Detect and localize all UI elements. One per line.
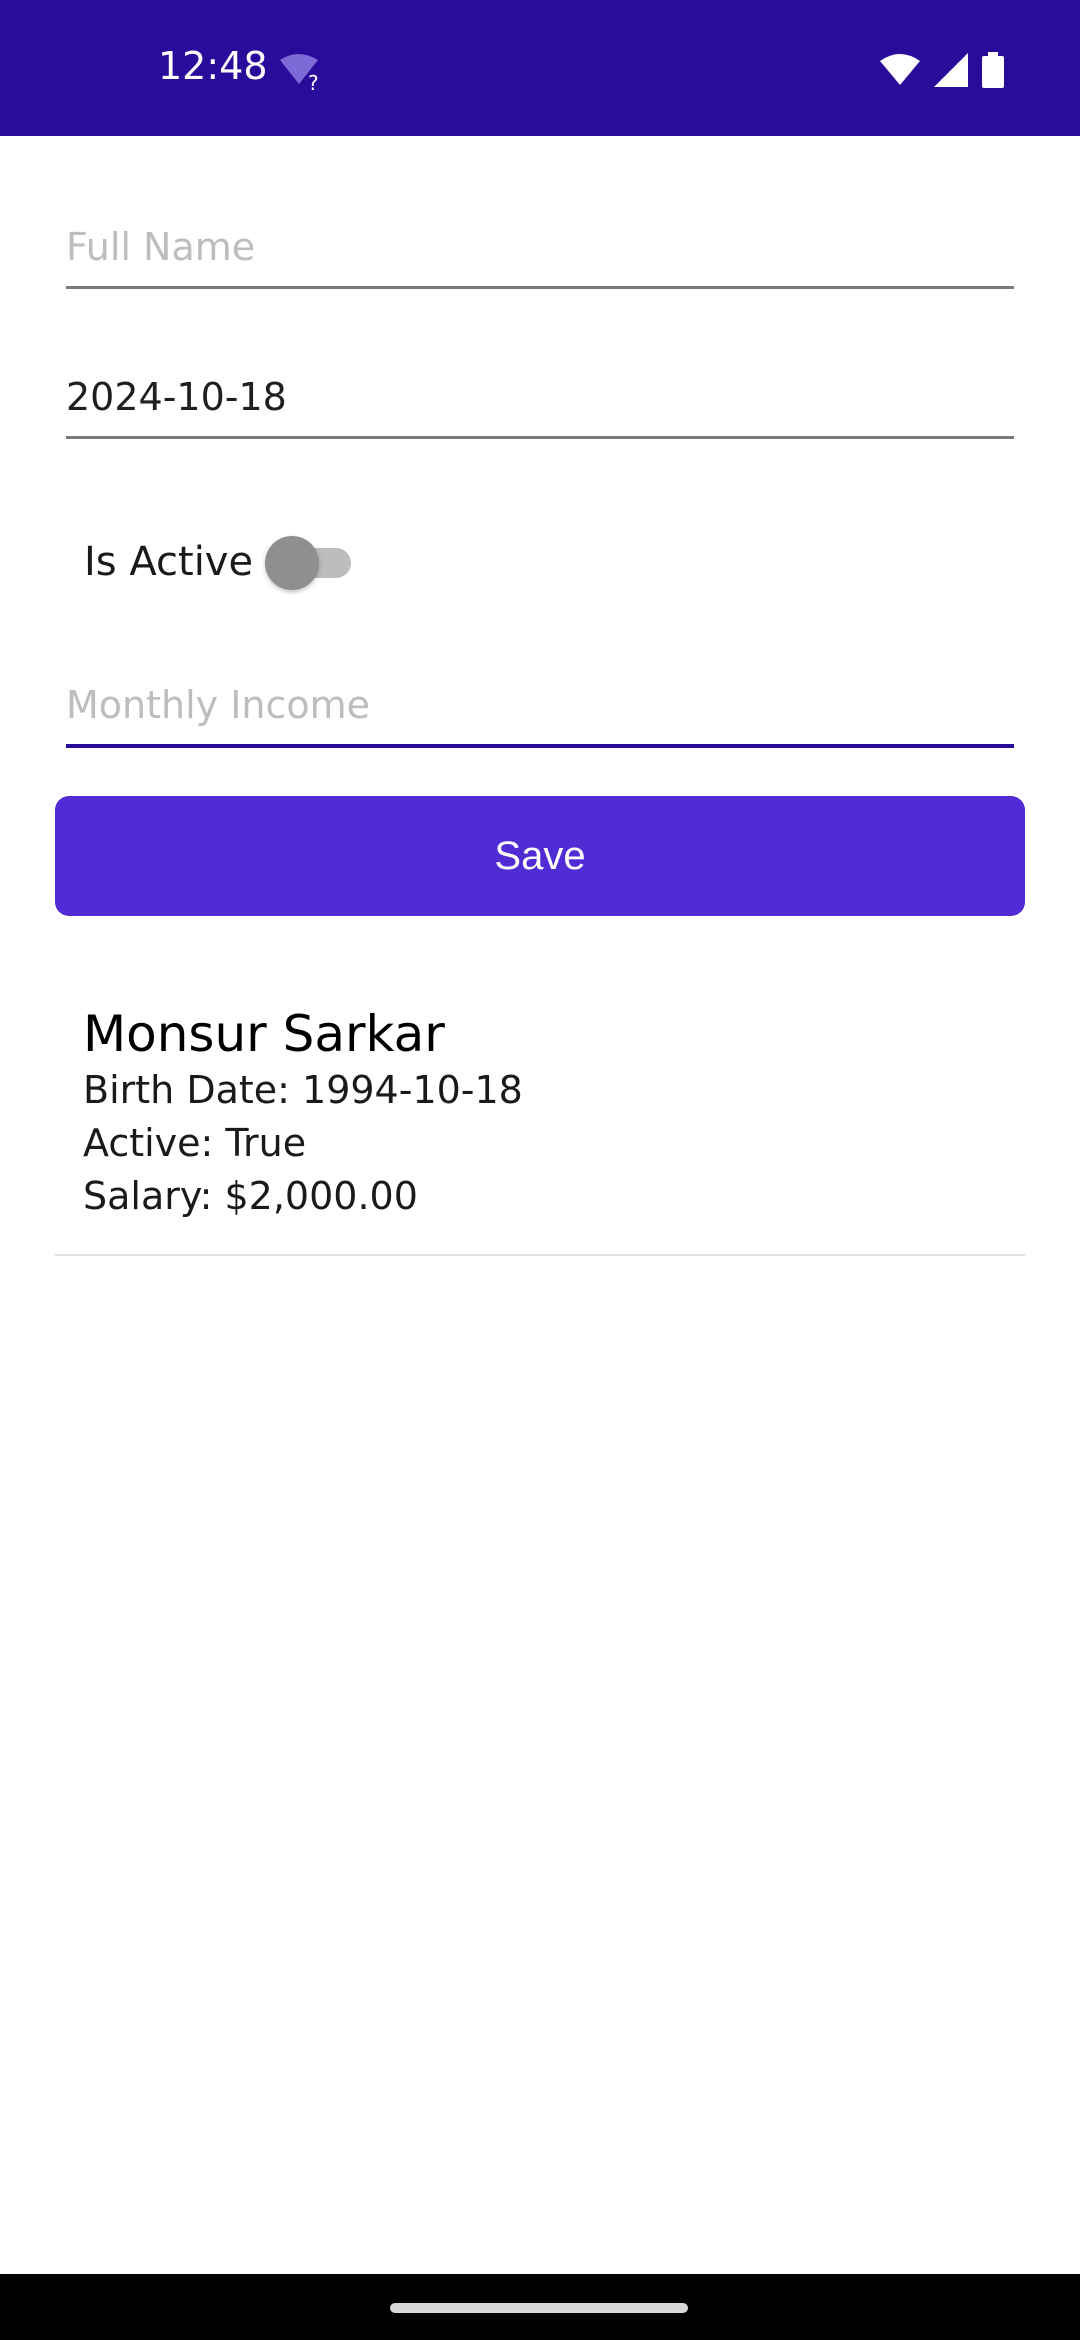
wifi-question-icon: ? — [278, 52, 328, 95]
monthly-income-placeholder: Monthly Income — [66, 683, 371, 727]
person-name: Monsur Sarkar — [83, 1005, 445, 1063]
navigation-bar — [0, 2274, 1080, 2340]
birth-date-line: Birth Date: 1994-10-18 — [83, 1068, 523, 1112]
battery-icon — [982, 52, 1004, 92]
status-time: 12:48 — [158, 44, 268, 88]
is-active-toggle[interactable] — [265, 534, 355, 590]
status-bar: 12:48 ? — [0, 0, 1080, 136]
active-line: Active: True — [83, 1121, 307, 1165]
monthly-income-field[interactable]: Monthly Income — [66, 666, 1014, 748]
wifi-icon — [880, 53, 920, 91]
save-button[interactable]: Save — [55, 796, 1025, 916]
is-active-row: Is Active — [84, 522, 355, 602]
salary-line: Salary: $2,000.00 — [83, 1174, 418, 1218]
status-icons — [880, 52, 1004, 92]
is-active-label: Is Active — [84, 539, 254, 585]
birth-date-value: 2024-10-18 — [66, 375, 287, 419]
home-handle[interactable] — [390, 2303, 688, 2313]
birth-date-field[interactable]: 2024-10-18 — [66, 358, 1014, 439]
form-page: Full Name 2024-10-18 Is Active Monthly I… — [0, 136, 1080, 2274]
signal-icon — [934, 53, 968, 91]
list-item[interactable]: Monsur Sarkar Birth Date: 1994-10-18 Act… — [55, 994, 1025, 1256]
wifi-question-glyph: ? — [308, 71, 319, 92]
full-name-placeholder: Full Name — [66, 225, 256, 269]
toggle-thumb — [265, 536, 320, 590]
full-name-field[interactable]: Full Name — [66, 208, 1014, 289]
